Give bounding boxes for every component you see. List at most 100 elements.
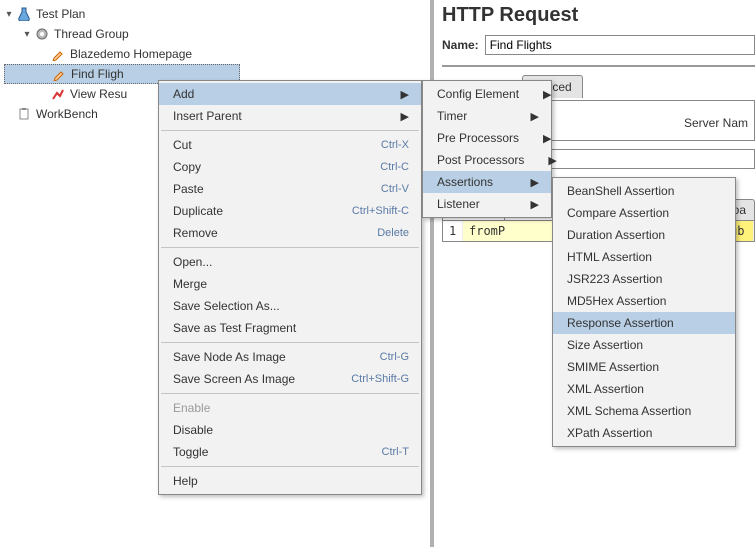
menu-item-paste[interactable]: Paste Ctrl-V <box>159 178 421 200</box>
menu-item-label: MD5Hex Assertion <box>567 294 666 308</box>
flask-icon <box>16 6 32 22</box>
menu-item-label: Save Selection As... <box>173 299 280 313</box>
menu-item-label: Toggle <box>173 445 208 459</box>
twisty-icon[interactable]: ▾ <box>22 29 32 39</box>
menu-item-label: Open... <box>173 255 212 269</box>
menu-item-label: Compare Assertion <box>567 206 669 220</box>
menu-item-add[interactable]: Add ▶ <box>159 83 421 105</box>
menu-separator <box>161 247 419 248</box>
menu-item-label: XML Assertion <box>567 382 644 396</box>
menu-separator <box>161 466 419 467</box>
submenu-arrow-icon: ▶ <box>531 198 539 211</box>
menu-item-label: Cut <box>173 138 192 152</box>
twisty-icon[interactable]: ▾ <box>4 9 14 19</box>
menu-item-assertions[interactable]: Assertions▶ <box>423 171 551 193</box>
context-menu: Add ▶ Insert Parent▶ CutCtrl-X Copy Ctrl-C Pas… <box>158 80 422 495</box>
menu-item-duration-assertion[interactable]: Duration Assertion <box>553 224 735 246</box>
menu-item-label: Disable <box>173 423 213 437</box>
menu-shortcut: Ctrl-T <box>382 446 410 458</box>
menu-item-save-as-test-fragment[interactable]: Save as Test Fragment <box>159 317 421 339</box>
menu-item-label: Help <box>173 474 198 488</box>
menu-item-smime-assertion[interactable]: SMIME Assertion <box>553 356 735 378</box>
submenu-add: Config Element▶Timer▶Pre Processors▶Post… <box>422 80 552 218</box>
tree-label: View Resu <box>70 87 127 101</box>
menu-item-listener[interactable]: Listener ▶ <box>423 193 551 215</box>
menu-item-post-processors[interactable]: Post Processors▶ <box>423 149 551 171</box>
tree-label: Blazedemo Homepage <box>70 47 192 61</box>
menu-item-compare-assertion[interactable]: Compare Assertion <box>553 202 735 224</box>
page-title: HTTP Request <box>442 4 755 27</box>
name-label: Name: <box>442 38 479 52</box>
menu-item-jsr223-assertion[interactable]: JSR223 Assertion <box>553 268 735 290</box>
menu-item-label: Save as Test Fragment <box>173 321 296 335</box>
tree-label: Thread Group <box>54 27 129 41</box>
menu-item-beanshell-assertion[interactable]: BeanShell Assertion <box>553 180 735 202</box>
tree-label: Test Plan <box>36 7 85 21</box>
menu-item-label: Post Processors <box>437 153 524 167</box>
server-label: Server Nam <box>684 116 748 130</box>
menu-item-pre-processors[interactable]: Pre Processors▶ <box>423 127 551 149</box>
menu-item-html-assertion[interactable]: HTML Assertion <box>553 246 735 268</box>
menu-item-response-assertion[interactable]: Response Assertion <box>553 312 735 334</box>
menu-item-timer[interactable]: Timer▶ <box>423 105 551 127</box>
menu-item-label: Listener <box>437 197 480 211</box>
menu-item-remove[interactable]: Remove Delete <box>159 222 421 244</box>
menu-item-disable[interactable]: Disable <box>159 419 421 441</box>
tree-test-plan[interactable]: ▾ Test Plan <box>4 4 240 24</box>
submenu-arrow-icon: ▶ <box>401 88 409 101</box>
menu-item-xml-schema-assertion[interactable]: XML Schema Assertion <box>553 400 735 422</box>
menu-item-label: Save Node As Image <box>173 350 286 364</box>
menu-item-save-selection-as[interactable]: Save Selection As... <box>159 295 421 317</box>
menu-item-label: Add <box>173 87 194 101</box>
menu-shortcut: Ctrl-C <box>380 161 409 173</box>
menu-separator <box>161 130 419 131</box>
menu-item-save-screen-as-image[interactable]: Save Screen As ImageCtrl+Shift-G <box>159 368 421 390</box>
dropper-icon <box>51 66 67 82</box>
submenu-arrow-icon: ▶ <box>531 110 539 123</box>
menu-item-label: Assertions <box>437 175 493 189</box>
menu-item-md5hex-assertion[interactable]: MD5Hex Assertion <box>553 290 735 312</box>
menu-item-help[interactable]: Help <box>159 470 421 492</box>
menu-item-label: Duplicate <box>173 204 223 218</box>
menu-item-label: XML Schema Assertion <box>567 404 691 418</box>
menu-item-xml-assertion[interactable]: XML Assertion <box>553 378 735 400</box>
menu-item-enable: Enable <box>159 397 421 419</box>
menu-separator <box>161 342 419 343</box>
menu-item-label: JSR223 Assertion <box>567 272 662 286</box>
menu-shortcut: Ctrl+Shift-C <box>352 205 409 217</box>
menu-item-merge[interactable]: Merge <box>159 273 421 295</box>
menu-item-copy[interactable]: Copy Ctrl-C <box>159 156 421 178</box>
menu-item-size-assertion[interactable]: Size Assertion <box>553 334 735 356</box>
tree-label: Find Fligh <box>71 67 124 81</box>
menu-separator <box>161 393 419 394</box>
menu-shortcut: Ctrl+Shift-G <box>351 373 409 385</box>
row-number: 1 <box>443 221 463 241</box>
menu-item-open[interactable]: Open... <box>159 251 421 273</box>
menu-item-cut[interactable]: CutCtrl-X <box>159 134 421 156</box>
menu-item-label: Insert Parent <box>173 109 242 123</box>
name-input[interactable] <box>485 35 755 55</box>
chart-icon <box>50 86 66 102</box>
menu-shortcut: Ctrl-G <box>380 351 409 363</box>
menu-item-xpath-assertion[interactable]: XPath Assertion <box>553 422 735 444</box>
menu-item-label: Remove <box>173 226 218 240</box>
menu-item-label: Enable <box>173 401 210 415</box>
menu-item-save-node-as-image[interactable]: Save Node As Image Ctrl-G <box>159 346 421 368</box>
spacer <box>4 109 14 119</box>
tree-label: WorkBench <box>36 107 98 121</box>
menu-item-duplicate[interactable]: Duplicate Ctrl+Shift-C <box>159 200 421 222</box>
tree-blazedemo[interactable]: Blazedemo Homepage <box>4 44 240 64</box>
menu-shortcut: Ctrl-V <box>381 183 409 195</box>
menu-item-label: BeanShell Assertion <box>567 184 674 198</box>
menu-shortcut: Delete <box>377 227 409 239</box>
menu-item-label: Paste <box>173 182 204 196</box>
submenu-arrow-icon: ▶ <box>543 88 551 101</box>
menu-item-insert-parent[interactable]: Insert Parent▶ <box>159 105 421 127</box>
gear-icon <box>34 26 50 42</box>
menu-item-label: Copy <box>173 160 201 174</box>
menu-item-toggle[interactable]: Toggle Ctrl-T <box>159 441 421 463</box>
menu-item-config-element[interactable]: Config Element▶ <box>423 83 551 105</box>
path-input[interactable] <box>525 149 755 169</box>
menu-item-label: XPath Assertion <box>567 426 652 440</box>
tree-thread-group[interactable]: ▾ Thread Group <box>4 24 240 44</box>
